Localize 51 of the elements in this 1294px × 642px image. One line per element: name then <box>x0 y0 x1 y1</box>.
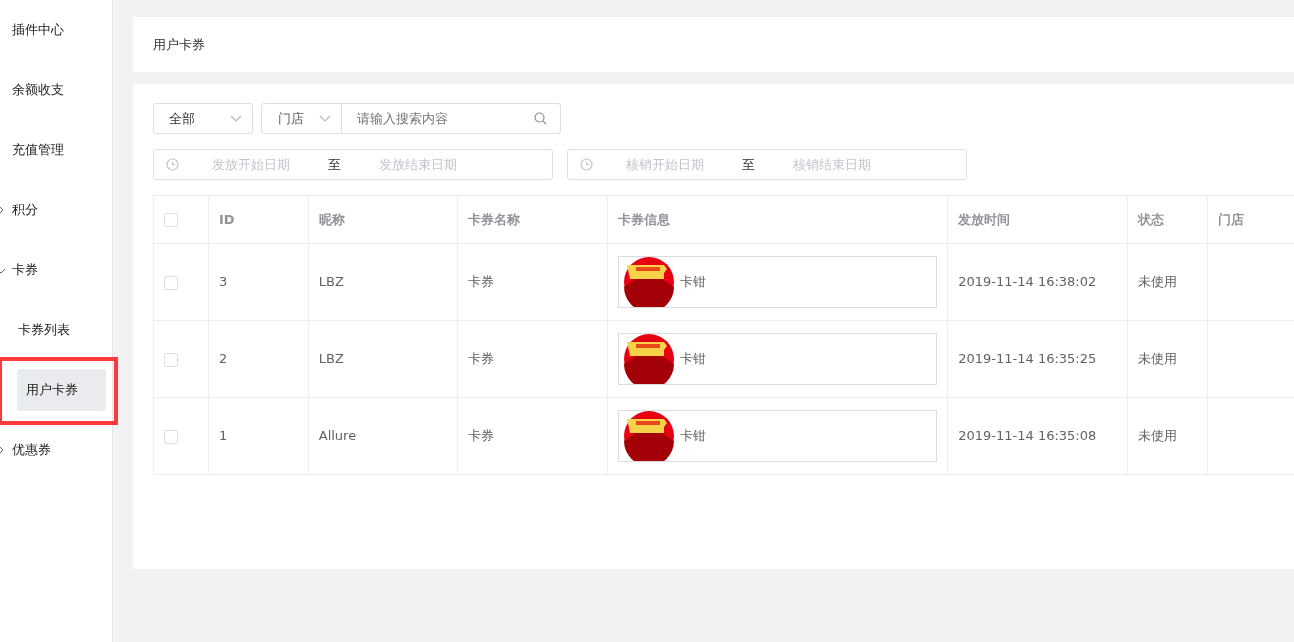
coupon-drawing <box>624 411 675 461</box>
caret-icon <box>230 114 242 123</box>
sidebar-item[interactable]: 优惠券 <box>12 440 51 460</box>
coupon-drawing <box>624 334 675 384</box>
sidebar-item[interactable]: 积分 <box>12 200 38 220</box>
table-cell: 2019-11-14 16:38:02 <box>947 243 1128 321</box>
coupon-drawing <box>624 257 675 307</box>
table-cell: 卡券 <box>457 243 608 321</box>
column-header: 发放时间 <box>947 195 1128 244</box>
page-title: 用户卡券 <box>153 35 205 54</box>
table-cell: 未使用 <box>1127 397 1208 475</box>
range-separator: 至 <box>740 155 756 174</box>
caret-icon <box>319 114 331 123</box>
sidebar-item[interactable]: 插件中心 <box>12 20 64 40</box>
column-header: 卡券名称 <box>457 195 608 244</box>
row-checkbox[interactable] <box>164 352 178 367</box>
clock-icon <box>166 158 179 171</box>
row-checkbox[interactable] <box>164 429 178 444</box>
table-cell: 2019-11-14 16:35:25 <box>947 320 1128 398</box>
sidebar-item[interactable]: 充值管理 <box>12 140 64 160</box>
sidebar-item[interactable]: 余额收支 <box>12 80 64 100</box>
coupon-name: 卡钳 <box>680 427 707 446</box>
range-separator: 至 <box>326 155 342 174</box>
table-cell: 3 <box>208 243 309 321</box>
column-header: 卡券信息 <box>607 195 948 244</box>
table-cell: 未使用 <box>1127 243 1208 321</box>
table-cell: 卡券 <box>457 397 608 475</box>
sidebar-item[interactable]: 卡券 <box>12 260 38 280</box>
table-cell: LBZ <box>308 320 458 398</box>
column-header: ID <box>208 195 309 244</box>
search-field[interactable]: 请输入搜索内容 <box>342 103 561 134</box>
column-header: 昵称 <box>308 195 458 244</box>
coupon-name: 卡钳 <box>680 350 707 369</box>
clock-icon <box>580 158 593 171</box>
select-all-checkbox[interactable] <box>164 213 178 228</box>
column-header: 状态 <box>1127 195 1208 244</box>
store-select[interactable]: 门店 <box>261 103 342 134</box>
column-header: 门店 <box>1207 195 1294 244</box>
table-cell: 未使用 <box>1127 320 1208 398</box>
table-cell: 2019-11-14 16:35:08 <box>947 397 1128 475</box>
table-cell: Allure <box>308 397 458 475</box>
sidebar-item[interactable]: 卡券列表 <box>18 320 70 340</box>
sidebar-item[interactable]: 用户卡券 <box>17 369 106 411</box>
search-icon <box>534 112 547 125</box>
coupon-name: 卡钳 <box>680 273 707 292</box>
row-checkbox[interactable] <box>164 275 178 290</box>
table-cell: 卡券 <box>457 320 608 398</box>
table-cell: 1 <box>208 397 309 475</box>
table-cell: 2 <box>208 320 309 398</box>
type-select[interactable]: 全部 <box>153 103 253 134</box>
table-cell: LBZ <box>308 243 458 321</box>
